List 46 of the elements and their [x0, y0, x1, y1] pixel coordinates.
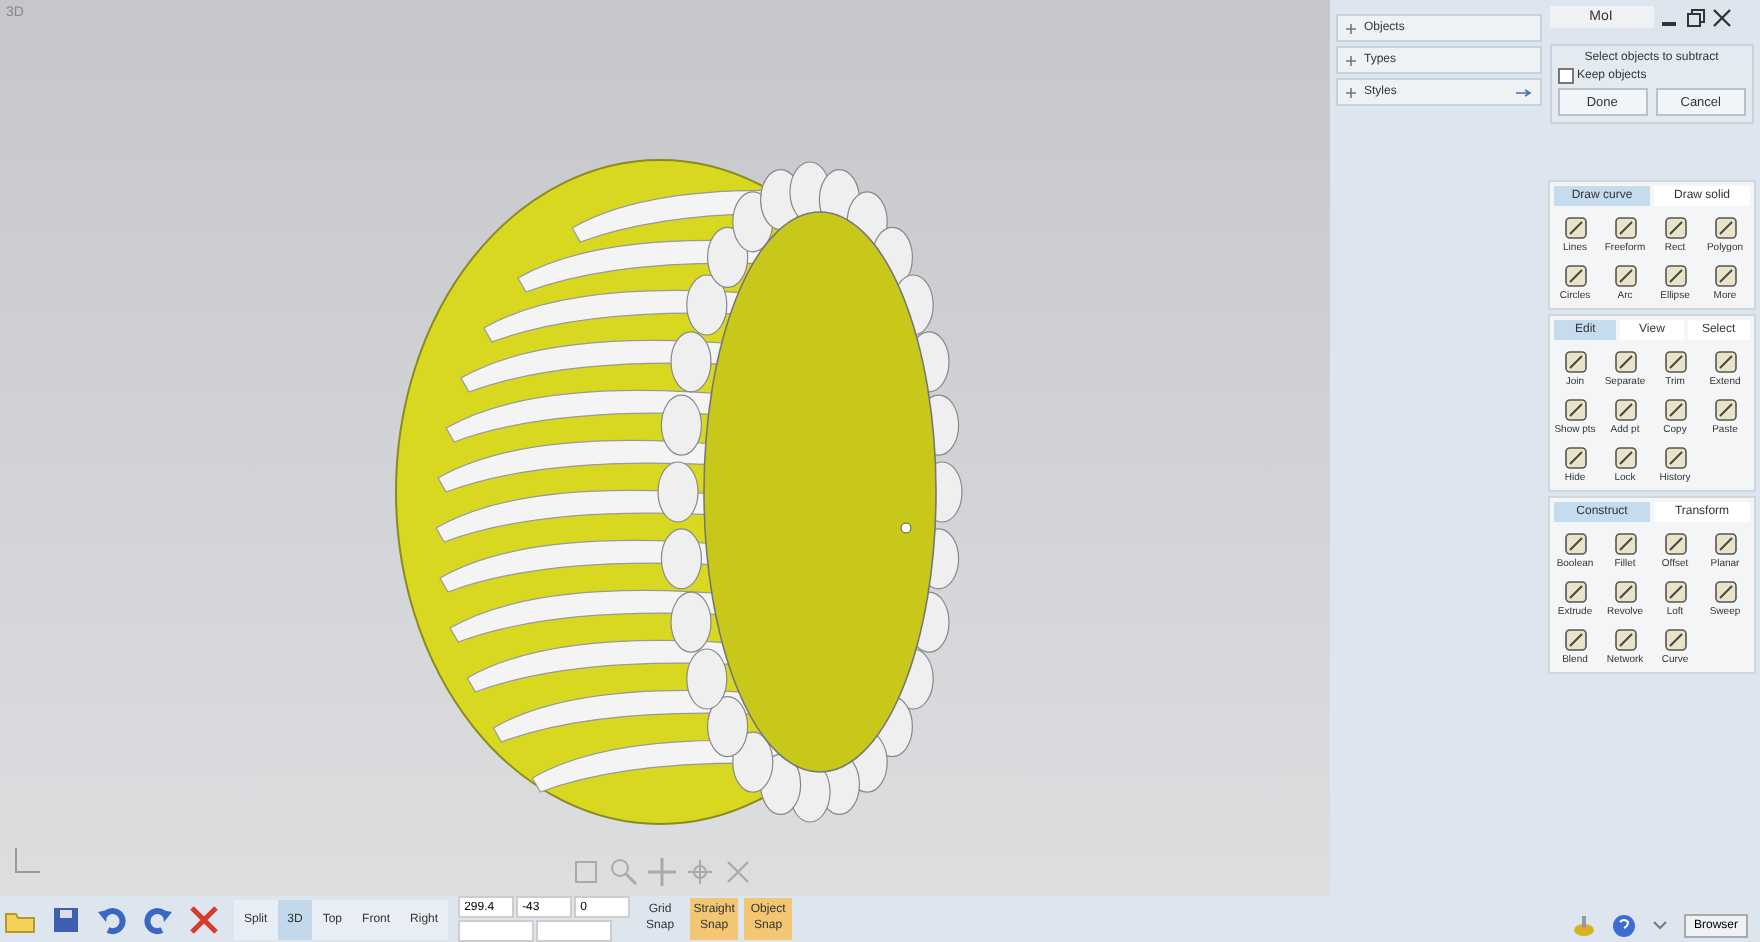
- tool-icon: [1611, 214, 1639, 242]
- tool-icon: [1661, 444, 1689, 472]
- tool-icon: [1611, 262, 1639, 290]
- undo-icon[interactable]: [96, 903, 128, 935]
- input-field[interactable]: [458, 920, 535, 942]
- tool-icon: [1711, 578, 1739, 606]
- save-icon[interactable]: [50, 903, 82, 935]
- tool-icon: [1561, 396, 1589, 424]
- tool-icon: [1711, 530, 1739, 558]
- tool-icon: [1611, 396, 1639, 424]
- tool-icon: [1661, 214, 1689, 242]
- tool-icon: [1561, 530, 1589, 558]
- tool-icon: [1711, 348, 1739, 376]
- chevron-icon[interactable]: [1651, 920, 1668, 932]
- tool-icon: [1611, 348, 1639, 376]
- tool-icon: [1561, 626, 1589, 654]
- tool-icon: [1611, 530, 1639, 558]
- redo-icon[interactable]: [142, 903, 174, 935]
- input-field[interactable]: [536, 920, 613, 942]
- tool-icon: [1561, 348, 1589, 376]
- tool-icon: [1661, 396, 1689, 424]
- axis-icon: [12, 844, 44, 876]
- help-icon[interactable]: [1611, 914, 1636, 938]
- tool-icon: [1661, 626, 1689, 654]
- tool-icon: [1711, 214, 1739, 242]
- tool-icon: [1661, 262, 1689, 290]
- tool-icon: [1611, 626, 1639, 654]
- tool-icon: [1661, 530, 1689, 558]
- close-icon[interactable]: [1711, 7, 1731, 27]
- tool-icon: [1561, 444, 1589, 472]
- tool-icon: [1611, 578, 1639, 606]
- tool-icon: [1661, 348, 1689, 376]
- checkbox[interactable]: [1557, 68, 1573, 84]
- tool-icon: [1711, 396, 1739, 424]
- tool-icon: [1561, 214, 1589, 242]
- plus-icon: [1346, 55, 1356, 65]
- plus-icon: [1346, 23, 1356, 33]
- tool-icon: [1561, 578, 1589, 606]
- plus-icon: [1346, 87, 1356, 97]
- tool-icon: [1711, 262, 1739, 290]
- restore-icon[interactable]: [1685, 7, 1705, 27]
- tool-icon: [1661, 578, 1689, 606]
- arrow-icon: [1515, 87, 1531, 97]
- delete-icon[interactable]: [188, 903, 220, 935]
- tool-icon: [1611, 444, 1639, 472]
- tool-icon: [1561, 262, 1589, 290]
